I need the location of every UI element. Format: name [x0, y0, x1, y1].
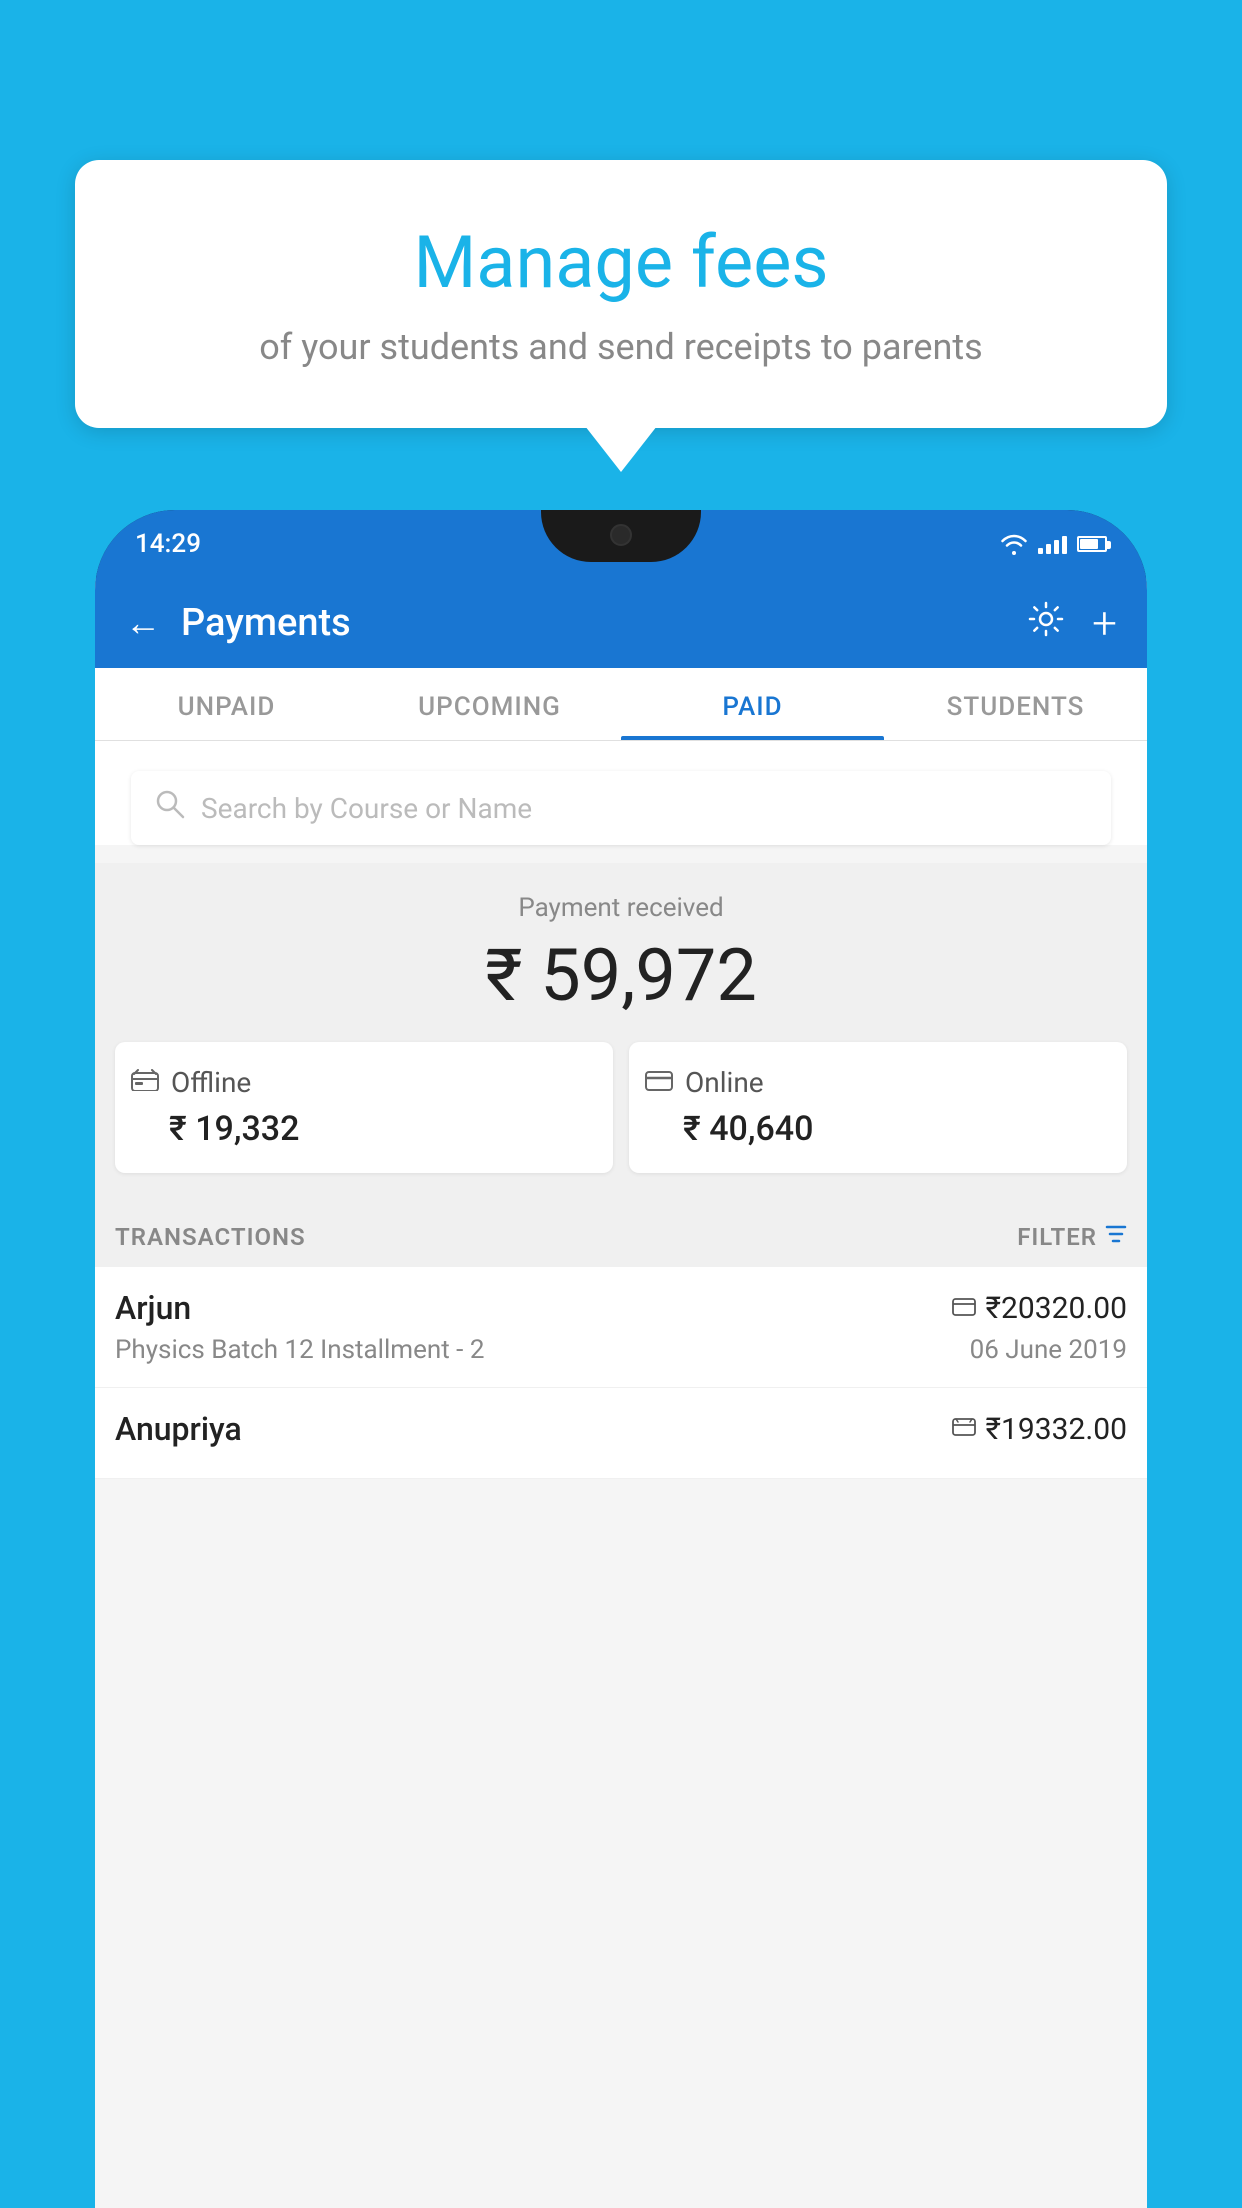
- transactions-section-label: TRANSACTIONS: [115, 1223, 306, 1251]
- payment-received-section: Payment received ₹ 59,972: [95, 863, 1147, 1203]
- filter-label: FILTER: [1017, 1223, 1097, 1251]
- transaction-row[interactable]: Arjun ₹20320.00 Physics Batch 12 Install…: [95, 1267, 1147, 1388]
- app-header: ← Payments +: [95, 578, 1147, 668]
- bubble-title: Manage fees: [115, 220, 1127, 306]
- transaction-type-icon-2: [952, 1415, 976, 1443]
- transaction-amount-1: ₹20320.00: [986, 1291, 1127, 1326]
- tab-upcoming[interactable]: UPCOMING: [358, 668, 621, 740]
- transaction-name-1: Arjun: [115, 1289, 191, 1327]
- online-type-label: Online: [685, 1066, 764, 1099]
- offline-type-label: Offline: [171, 1066, 251, 1099]
- settings-button[interactable]: [1028, 601, 1064, 646]
- offline-payment-card: Offline ₹ 19,332: [115, 1042, 613, 1173]
- offline-icon: [131, 1068, 159, 1098]
- status-icons: [1000, 533, 1107, 555]
- wifi-icon: [1000, 533, 1028, 555]
- search-bar[interactable]: Search by Course or Name: [131, 771, 1111, 845]
- tab-students[interactable]: STUDENTS: [884, 668, 1147, 740]
- phone-mockup: 14:29 ← Payments: [95, 510, 1147, 2208]
- online-payment-card: Online ₹ 40,640: [629, 1042, 1127, 1173]
- back-button[interactable]: ←: [125, 602, 161, 644]
- camera: [610, 524, 632, 546]
- filter-icon: [1105, 1223, 1127, 1251]
- app-screen: ← Payments + UNPAID UPCOMING PAID STUDEN…: [95, 578, 1147, 2208]
- search-placeholder-text: Search by Course or Name: [201, 792, 532, 825]
- transactions-header: TRANSACTIONS FILTER: [95, 1203, 1147, 1267]
- transaction-row[interactable]: Anupriya ₹19332.00: [95, 1388, 1147, 1479]
- payment-received-label: Payment received: [115, 893, 1127, 923]
- speech-bubble: Manage fees of your students and send re…: [75, 160, 1167, 428]
- add-button[interactable]: +: [1092, 597, 1117, 649]
- offline-amount: ₹ 19,332: [169, 1109, 597, 1149]
- battery-icon: [1077, 536, 1107, 552]
- filter-button[interactable]: FILTER: [1017, 1223, 1127, 1251]
- notch: [541, 510, 701, 562]
- online-icon: [645, 1068, 673, 1098]
- page-title: Payments: [181, 601, 351, 645]
- header-actions: +: [1028, 597, 1117, 649]
- tabs-container: UNPAID UPCOMING PAID STUDENTS: [95, 668, 1147, 741]
- transaction-name-2: Anupriya: [115, 1410, 242, 1448]
- signal-icon: [1038, 534, 1067, 554]
- search-icon: [155, 789, 185, 827]
- status-bar: 14:29: [95, 510, 1147, 578]
- online-amount: ₹ 40,640: [683, 1109, 1111, 1149]
- bubble-subtitle: of your students and send receipts to pa…: [115, 326, 1127, 368]
- transaction-amount-wrap-1: ₹20320.00: [952, 1291, 1127, 1326]
- transaction-type-icon-1: [952, 1294, 976, 1322]
- header-left: ← Payments: [125, 601, 351, 645]
- payment-cards: Offline ₹ 19,332 Online: [115, 1042, 1127, 1173]
- transaction-amount-2: ₹19332.00: [986, 1412, 1127, 1447]
- transaction-amount-wrap-2: ₹19332.00: [952, 1412, 1127, 1447]
- tab-unpaid[interactable]: UNPAID: [95, 668, 358, 740]
- payment-received-amount: ₹ 59,972: [115, 933, 1127, 1018]
- transaction-date-1: 06 June 2019: [970, 1335, 1127, 1365]
- tab-paid[interactable]: PAID: [621, 668, 884, 740]
- transaction-course-1: Physics Batch 12 Installment - 2: [115, 1335, 484, 1365]
- status-time: 14:29: [135, 529, 201, 559]
